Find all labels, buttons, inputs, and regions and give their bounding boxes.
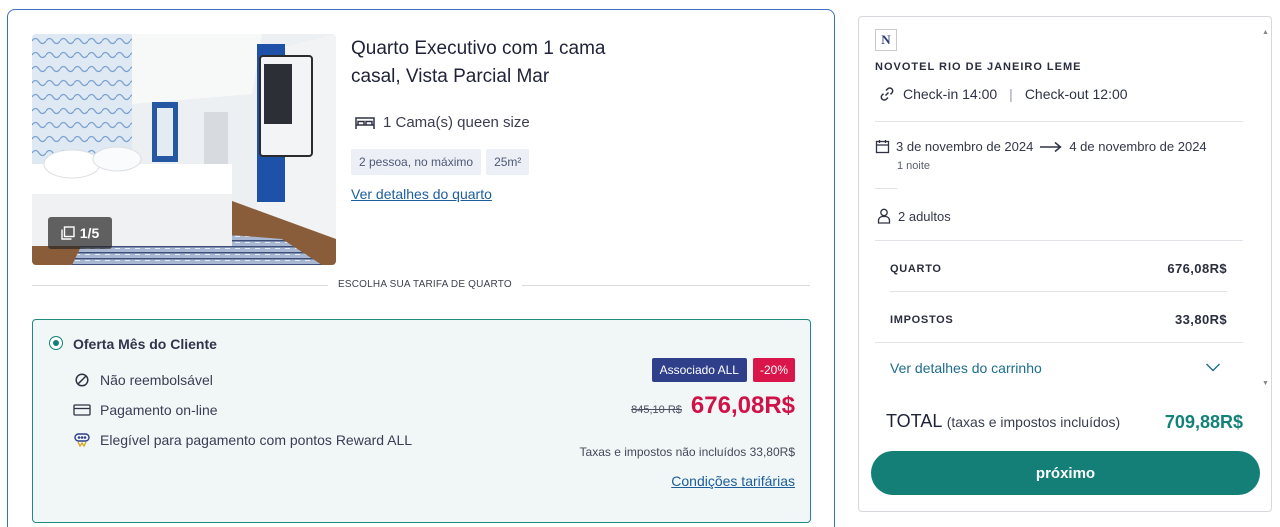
total-note: (taxas e impostos incluídos): [946, 414, 1121, 430]
room-tags: 2 pessoa, no máximo 25m²: [351, 149, 530, 175]
feature-label: Elegível para pagamento com pontos Rewar…: [100, 432, 413, 448]
offer-radio[interactable]: [49, 336, 63, 350]
offer-badges: Associado ALL -20%: [651, 358, 795, 382]
rate-divider-label: ESCOLHA SUA TARIFA DE QUARTO: [328, 279, 522, 290]
total-label: TOTAL (taxas e impostos incluídos): [886, 411, 1120, 432]
divider: [875, 121, 1243, 122]
feature-reward-points: Elegível para pagamento com pontos Rewar…: [73, 432, 412, 448]
tax-cost-value: 33,80R$: [1175, 312, 1227, 327]
chevron-down-icon[interactable]: [1205, 361, 1221, 373]
total-value: 709,88R$: [1164, 412, 1243, 432]
calendar-icon: [875, 140, 890, 154]
credit-card-icon: [73, 403, 91, 417]
price-row: 845,10 R$ 676,08R$: [631, 392, 795, 420]
room-card: 1/5 Quarto Executivo com 1 cama casal, V…: [7, 9, 835, 527]
feature-online-payment: Pagamento on-line: [73, 402, 218, 418]
guests-label: 2 adultos: [898, 208, 951, 224]
booking-summary: N NOVOTEL RIO DE JANEIRO LEME ▲ Check-in…: [858, 16, 1272, 512]
feature-label: Pagamento on-line: [100, 402, 218, 418]
no-refund-icon: [73, 373, 91, 387]
checkout-time: Check-out 12:00: [1024, 86, 1128, 102]
next-button[interactable]: próximo: [871, 451, 1260, 495]
tax-note: Taxas e impostos não incluídos 33,80R$: [579, 445, 795, 459]
total-title: TOTAL: [886, 411, 942, 431]
scroll-down-arrow[interactable]: ▼: [1262, 380, 1269, 387]
rate-conditions-link[interactable]: Condições tarifárias: [671, 473, 795, 489]
photo-counter[interactable]: 1/5: [48, 217, 112, 249]
cart-details-link[interactable]: Ver detalhes do carrinho: [890, 360, 1042, 376]
nights-count: 1 noite: [897, 160, 931, 172]
scroll-up-arrow[interactable]: ▲: [1262, 29, 1269, 36]
rate-offer-card[interactable]: Oferta Mês do Cliente Não reembolsável P…: [32, 319, 811, 523]
hotel-name: NOVOTEL RIO DE JANEIRO LEME: [875, 61, 1082, 73]
tax-cost-label: IMPOSTOS: [890, 314, 954, 326]
divider: [875, 240, 1243, 241]
divider: [875, 342, 1243, 343]
feature-label: Não reembolsável: [100, 372, 213, 388]
guests-info: 2 adultos: [877, 208, 951, 224]
gallery-icon: [61, 226, 75, 240]
reward-points-icon: [73, 433, 91, 447]
member-badge: Associado ALL: [651, 358, 747, 382]
room-details-link[interactable]: Ver detalhes do quarto: [351, 186, 492, 202]
bed-info: 1 Cama(s) queen size: [355, 114, 530, 131]
checkin-info: Check-in 14:00 | Check-out 12:00: [879, 86, 1128, 102]
discount-badge: -20%: [752, 358, 795, 382]
arrow-right-icon: [1040, 141, 1063, 152]
divider: [875, 188, 897, 189]
hotel-logo: N: [875, 29, 897, 51]
bed-icon: [355, 116, 375, 129]
room-cost-label: QUARTO: [890, 263, 942, 275]
date-from: 3 de novembro de 2024: [896, 139, 1034, 154]
stay-dates: 3 de novembro de 2024 4 de novembro de 2…: [875, 139, 1207, 154]
capacity-tag: 2 pessoa, no máximo: [351, 149, 482, 175]
size-tag: 25m²: [486, 149, 530, 175]
old-price: 845,10 R$: [631, 404, 682, 416]
room-photo[interactable]: 1/5: [32, 34, 336, 265]
checkin-time: Check-in 14:00: [903, 86, 998, 102]
date-to: 4 de novembro de 2024: [1069, 139, 1207, 154]
offer-name: Oferta Mês do Cliente: [73, 336, 217, 352]
photo-counter-label: 1/5: [79, 225, 100, 241]
person-icon: [877, 208, 891, 224]
bed-label: 1 Cama(s) queen size: [383, 114, 530, 131]
room-title: Quarto Executivo com 1 cama casal, Vista…: [351, 38, 606, 87]
link-icon: [880, 87, 894, 101]
feature-non-refundable: Não reembolsável: [73, 372, 213, 388]
divider: [890, 291, 1227, 292]
new-price: 676,08R$: [690, 392, 795, 419]
room-cost-value: 676,08R$: [1167, 261, 1227, 276]
separator: |: [1009, 86, 1013, 102]
